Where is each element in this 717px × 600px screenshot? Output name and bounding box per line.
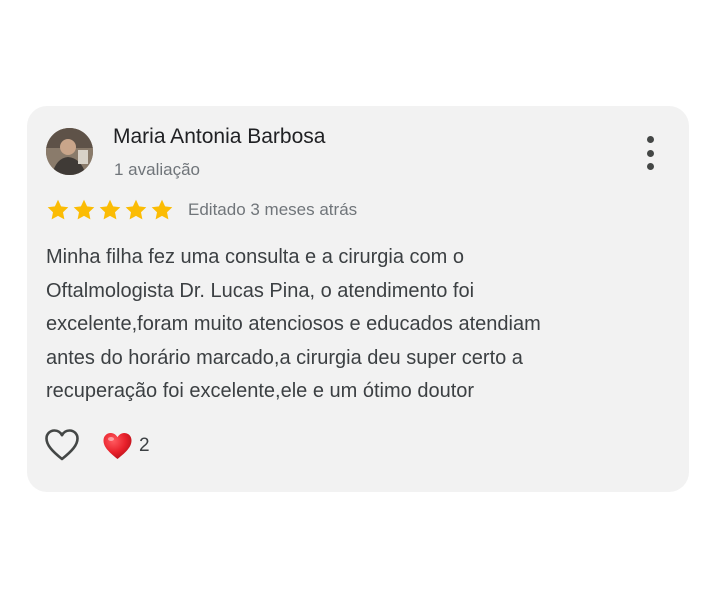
rating-row: Editado 3 meses atrás [46,197,357,223]
like-button[interactable] [44,428,80,462]
review-text-line: antes do horário marcado,a cirurgia deu … [46,346,523,369]
star-icon [73,199,95,220]
more-dot [646,136,654,143]
star-icon [99,199,121,220]
review-card: Maria Antonia Barbosa 1 avaliação Editad… [27,106,689,492]
more-dot [646,149,654,157]
review-text: Minha filha fez uma consulta e a cirurgi… [46,241,671,409]
more-options-icon[interactable] [639,136,661,170]
avatar-image [46,128,93,175]
review-text-line: Minha filha fez uma consulta e a cirurgi… [46,246,464,268]
reaction-count: 2 [139,435,150,456]
edited-date: Editado 3 meses atrás [188,200,358,219]
author-name[interactable]: Maria Antonia Barbosa [113,125,325,149]
star-icon [125,199,147,220]
red-heart-icon [103,433,132,459]
star-rating [46,198,174,222]
review-text-line: excelente,foram muito atenciosos e educa… [46,313,541,335]
author-review-count: 1 avaliação [114,160,201,179]
reaction[interactable]: 2 [102,429,150,463]
avatar[interactable] [46,128,93,175]
more-dot [646,163,654,170]
heart-outline-icon [45,429,79,461]
star-icon [47,199,69,220]
review-text-line: Oftalmologista Dr. Lucas Pina, o atendim… [46,279,475,302]
review-text-line: recuperação foi excelente,ele e um ótimo… [46,380,475,402]
star-icon [151,199,173,220]
